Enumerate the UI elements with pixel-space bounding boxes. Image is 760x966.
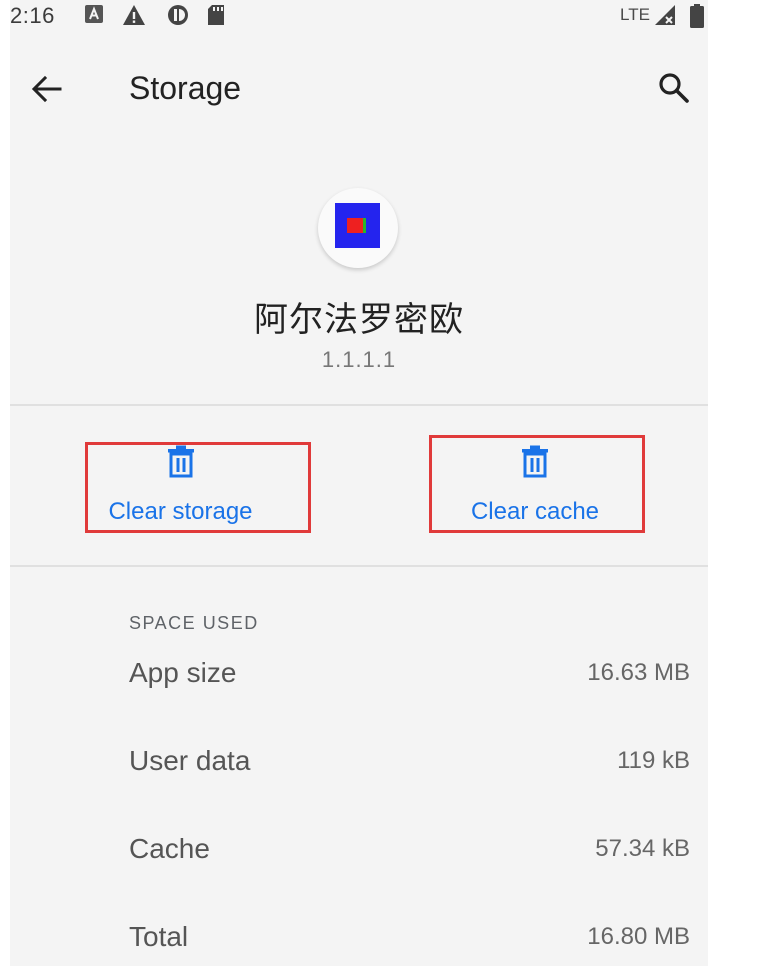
clear-cache-button[interactable]: Clear cache [359,430,708,540]
storage-row-cache: Cache 57.34 kB [10,833,708,893]
row-value: 119 kB [617,747,690,774]
row-label: User data [129,745,251,776]
trash-icon [168,445,194,478]
arrow-left-icon[interactable] [30,72,64,106]
battery-icon [690,4,704,28]
row-value: 16.63 MB [587,659,690,686]
search-icon[interactable] [656,70,692,106]
storage-screen: 2:16 LTE Storage 阿尔法罗密欧 1.1.1.1 Clear st… [10,0,708,966]
sd-card-icon [208,5,224,25]
app-name: 阿尔法罗密欧 [254,300,464,340]
warning-icon [123,5,145,25]
clear-storage-button[interactable]: Clear storage [10,430,359,540]
storage-row-app-size: App size 16.63 MB [10,657,708,717]
storage-row-user-data: User data 119 kB [10,745,708,805]
app-icon-red-square [347,218,363,233]
divider [10,565,708,567]
space-used-header: SPACE USED [129,613,259,633]
app-icon [318,188,398,268]
network-type: LTE [620,5,650,24]
clear-storage-label: Clear storage [108,498,253,525]
row-label: Total [129,921,189,952]
page-title: Storage [129,70,242,106]
status-bar: 2:16 LTE [10,0,708,30]
status-time: 2:16 [10,3,55,28]
row-label: App size [129,657,237,688]
row-value: 16.80 MB [587,923,690,950]
app-icon-green-strip [363,218,366,233]
clear-cache-label: Clear cache [470,498,600,525]
notification-a-icon [85,5,103,23]
signal-icon [655,5,675,25]
divider [10,404,708,406]
row-label: Cache [129,833,210,864]
trash-icon [522,445,548,478]
storage-row-total: Total 16.80 MB [10,921,708,966]
row-value: 57.34 kB [595,835,690,862]
app-version: 1.1.1.1 [321,347,397,372]
vpn-icon [168,5,188,25]
